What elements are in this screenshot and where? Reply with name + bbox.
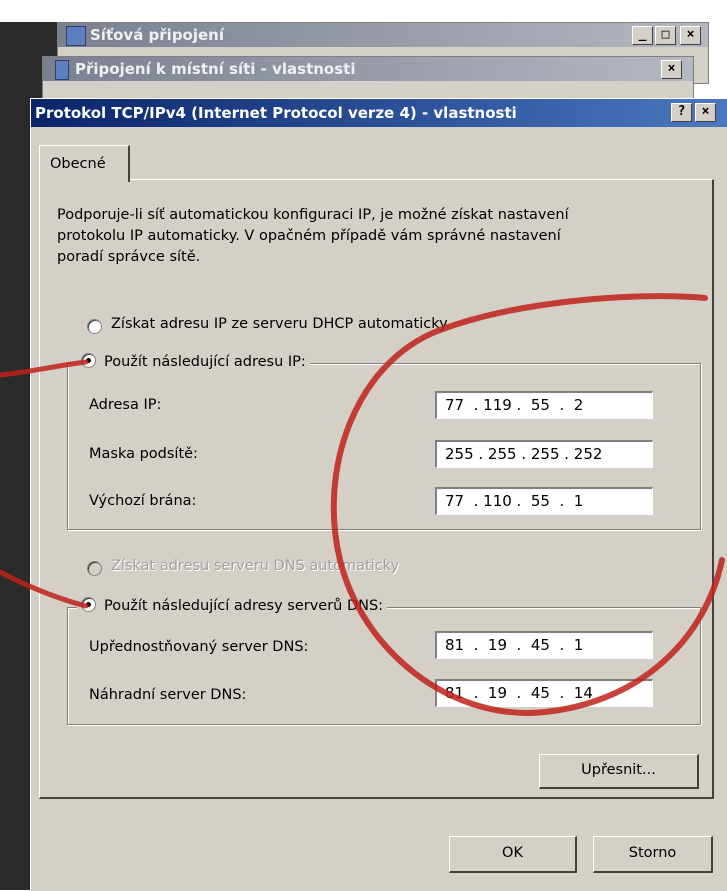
tab-general[interactable]: Obecné — [39, 145, 130, 182]
tab-general-label: Obecné — [50, 156, 106, 172]
annotation-circle — [330, 293, 725, 716]
annotation-arrow-ip — [0, 359, 89, 378]
annotation-overlay — [0, 293, 725, 716]
annotation-arrow-dns — [0, 569, 89, 609]
